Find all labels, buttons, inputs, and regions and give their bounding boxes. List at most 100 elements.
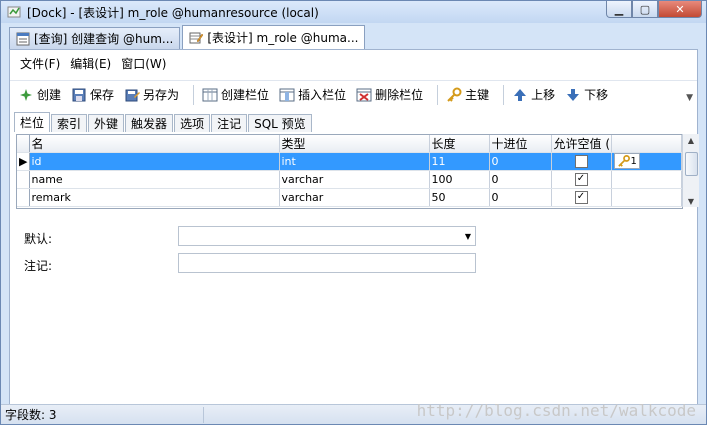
cell-allow-null: ✓ <box>551 188 612 207</box>
restore-icon: ▢ <box>639 2 651 16</box>
create-column-label: 创建栏位 <box>221 88 270 102</box>
save-label: 保存 <box>90 88 115 102</box>
cell-decimal[interactable]: 0 <box>489 152 552 171</box>
cell-decimal[interactable]: 0 <box>489 170 552 189</box>
delete-column-label: 删除栏位 <box>375 88 424 102</box>
close-button[interactable]: ✕ <box>658 1 702 18</box>
row-header <box>17 170 30 189</box>
move-up-label: 上移 <box>531 88 556 102</box>
document-tabs: [查询] 创建查询 @hum... [表设计] m_role @huma... <box>9 25 367 49</box>
allow-null-checkbox[interactable] <box>574 155 588 169</box>
scroll-down-icon[interactable]: ▼ <box>683 195 699 207</box>
save-button[interactable]: 保存 <box>69 84 116 106</box>
grid-scrollbar[interactable]: ▲ ▼ <box>682 134 699 207</box>
new-icon <box>20 88 32 101</box>
tab-foreign-keys[interactable]: 外键 <box>88 114 125 132</box>
allow-null-checkbox[interactable]: ✓ <box>574 191 588 205</box>
cell-allow-null: ✓ <box>551 170 612 189</box>
toolbar-separator <box>193 84 195 105</box>
toolbar-separator <box>503 84 505 105</box>
tab-sql-preview[interactable]: SQL 预览 <box>248 114 312 132</box>
cell-key <box>611 188 682 207</box>
cell-length[interactable]: 100 <box>429 170 490 189</box>
row-indicator-icon: ▶ <box>17 152 30 171</box>
app-icon <box>7 6 21 18</box>
column-header-name[interactable]: 名 <box>29 135 280 153</box>
menu-window[interactable]: 窗口(W) <box>121 55 166 72</box>
create-column-icon <box>202 88 218 101</box>
save-as-button[interactable]: 另存为 <box>122 84 181 106</box>
primary-key-label: 主键 <box>465 88 490 102</box>
cell-length[interactable]: 50 <box>429 188 490 207</box>
toolbar-overflow-icon[interactable]: ▼ <box>686 93 693 103</box>
insert-column-label: 插入栏位 <box>298 88 347 102</box>
toolbar-separator <box>437 84 439 105</box>
save-as-label: 另存为 <box>143 88 180 102</box>
maximize-button[interactable]: ▢ <box>632 1 658 18</box>
create-column-button[interactable]: 创建栏位 <box>200 84 271 106</box>
minimize-button[interactable]: ▁ <box>606 1 632 18</box>
default-label: 默认: <box>24 232 53 246</box>
fields-table: 名 类型 长度 十进位 允许空值 ( ▶ id int 11 0 1 name … <box>17 135 682 207</box>
app-window: [Dock] - [表设计] m_role @humanresource (lo… <box>0 0 707 425</box>
scroll-thumb[interactable] <box>685 152 698 176</box>
tab-options[interactable]: 选项 <box>174 114 211 132</box>
save-icon <box>72 88 86 101</box>
tab-indexes[interactable]: 索引 <box>51 114 88 132</box>
move-up-button[interactable]: 上移 <box>510 84 557 106</box>
cell-decimal[interactable]: 0 <box>489 188 552 207</box>
fields-grid: 名 类型 长度 十进位 允许空值 ( ▶ id int 11 0 1 name … <box>16 134 683 209</box>
doc-tab-table-design[interactable]: [表设计] m_role @huma... <box>182 25 366 49</box>
key-order: 1 <box>630 155 637 167</box>
cell-name[interactable]: remark <box>29 188 280 207</box>
column-header-type[interactable]: 类型 <box>279 135 430 153</box>
query-icon <box>16 32 30 45</box>
tab-triggers[interactable]: 触发器 <box>125 114 174 132</box>
new-button[interactable]: 创建 <box>16 84 63 106</box>
minimize-icon: ▁ <box>614 2 624 16</box>
row-header-corner <box>17 135 30 153</box>
cell-length[interactable]: 11 <box>429 152 490 171</box>
move-down-label: 下移 <box>584 88 609 102</box>
doc-tab-label: [表设计] m_role @huma... <box>207 31 359 45</box>
column-header-allow-null[interactable]: 允许空值 ( <box>551 135 612 153</box>
key-icon <box>617 155 630 167</box>
delete-column-button[interactable]: 删除栏位 <box>354 84 425 106</box>
default-select[interactable]: ▼ <box>178 226 476 246</box>
window-title: [Dock] - [表设计] m_role @humanresource (lo… <box>27 5 319 20</box>
column-header-decimal[interactable]: 十进位 <box>489 135 552 153</box>
cell-type[interactable]: varchar <box>279 170 430 189</box>
primary-key-button[interactable]: 主键 <box>444 84 491 106</box>
save-as-icon <box>125 89 141 101</box>
design-tabs: 栏位 索引 外键 触发器 选项 注记 SQL 预览 <box>14 112 313 132</box>
move-down-button[interactable]: 下移 <box>563 84 610 106</box>
column-header-length[interactable]: 长度 <box>429 135 490 153</box>
cell-name[interactable]: id <box>29 152 280 171</box>
table-row[interactable]: ▶ id int 11 0 1 <box>17 152 682 171</box>
comment-label: 注记: <box>24 259 53 273</box>
insert-column-icon <box>279 88 295 101</box>
menu-file[interactable]: 文件(F) <box>20 55 60 72</box>
new-label: 创建 <box>37 88 62 102</box>
menu-bar: 文件(F) 编辑(E) 窗口(W) <box>10 50 697 76</box>
status-divider <box>203 407 204 423</box>
column-header-key[interactable] <box>611 135 682 153</box>
doc-tab-query[interactable]: [查询] 创建查询 @hum... <box>9 27 181 49</box>
table-row[interactable]: name varchar 100 0 ✓ <box>17 170 682 189</box>
cell-type[interactable]: varchar <box>279 188 430 207</box>
cell-type[interactable]: int <box>279 152 430 171</box>
tab-comment[interactable]: 注记 <box>211 114 248 132</box>
cell-key <box>611 170 682 189</box>
comment-input[interactable] <box>178 253 476 273</box>
primary-key-badge: 1 <box>613 153 640 169</box>
allow-null-checkbox[interactable]: ✓ <box>574 173 588 187</box>
cell-allow-null <box>551 152 612 171</box>
table-header-row: 名 类型 长度 十进位 允许空值 ( <box>17 135 682 153</box>
chevron-down-icon[interactable]: ▼ <box>465 232 471 241</box>
scroll-up-icon[interactable]: ▲ <box>683 134 699 146</box>
tab-fields[interactable]: 栏位 <box>14 112 51 132</box>
cell-name[interactable]: name <box>29 170 280 189</box>
table-row[interactable]: remark varchar 50 0 ✓ <box>17 188 682 207</box>
menu-edit[interactable]: 编辑(E) <box>70 55 111 72</box>
insert-column-button[interactable]: 插入栏位 <box>277 84 348 106</box>
